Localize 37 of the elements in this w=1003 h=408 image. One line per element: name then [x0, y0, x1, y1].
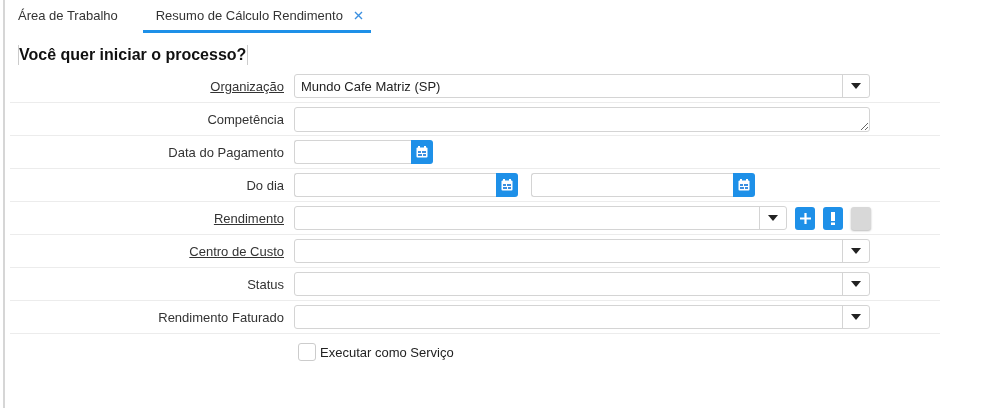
date-field[interactable]: [531, 173, 733, 197]
caret-icon: [851, 248, 861, 254]
calendar-button[interactable]: [733, 173, 755, 197]
date-field[interactable]: [294, 140, 411, 164]
plus-icon: [799, 212, 811, 224]
calendar-button[interactable]: [411, 140, 433, 164]
select-field[interactable]: [294, 305, 870, 329]
field-label: Do dia: [246, 177, 284, 193]
close-icon: [353, 10, 363, 20]
add-button[interactable]: [795, 206, 815, 230]
field-link[interactable]: Organização: [210, 78, 284, 94]
calendar-icon: [501, 179, 513, 191]
alert-button[interactable]: [823, 206, 843, 230]
field-label: Competência: [207, 111, 284, 127]
caret-icon: [768, 215, 778, 221]
exclamation-icon: [831, 211, 835, 225]
caret-icon: [851, 314, 861, 320]
calendar-icon: [738, 179, 750, 191]
caret-icon: [851, 83, 861, 89]
select-field[interactable]: Mundo Cafe Matriz (SP): [294, 74, 870, 98]
checkbox-label: Executar como Serviço: [320, 344, 454, 360]
tab[interactable]: Resumo de Cálculo Rendimento: [142, 0, 371, 33]
checkbox[interactable]: [298, 343, 316, 361]
select-field[interactable]: [294, 206, 787, 230]
field-link[interactable]: Rendimento: [213, 210, 284, 226]
date-field[interactable]: [294, 173, 496, 197]
caret-icon: [851, 281, 861, 287]
field-label: Rendimento Faturado: [158, 309, 284, 325]
field-label: Status: [247, 276, 284, 292]
field-link[interactable]: Centro de Custo: [189, 243, 284, 259]
tab[interactable]: Área de Trabalho: [15, 0, 121, 33]
select-field[interactable]: [294, 272, 870, 296]
form-heading: Você quer iniciar o processo?: [18, 45, 249, 65]
field-label: Data do Pagamento: [168, 144, 284, 160]
calendar-button[interactable]: [496, 173, 518, 197]
calendar-icon: [416, 146, 428, 158]
select-field[interactable]: [294, 239, 870, 263]
